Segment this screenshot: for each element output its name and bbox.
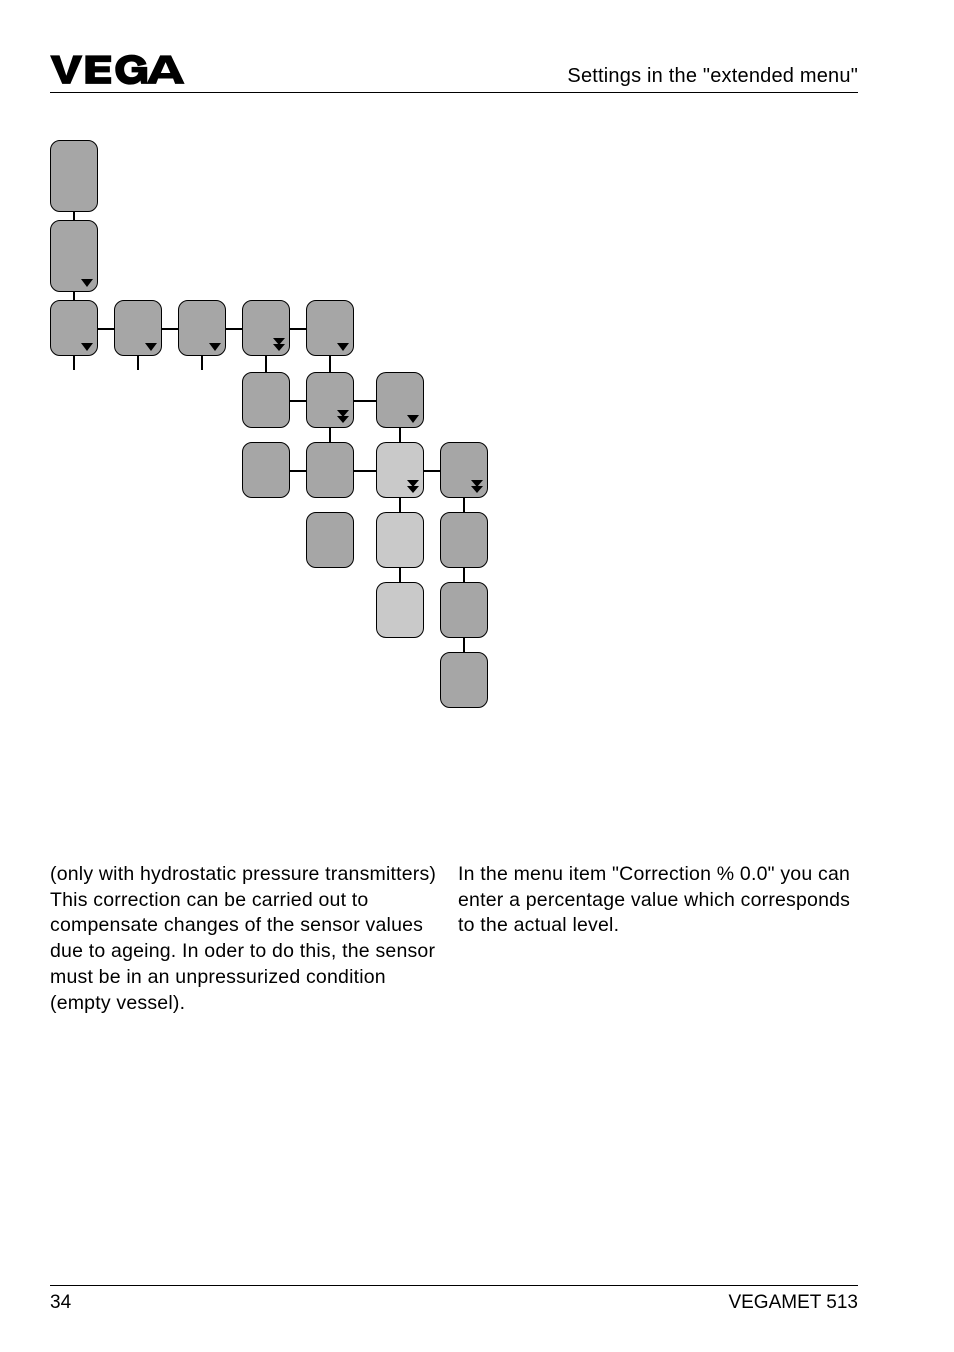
menu-node	[376, 582, 424, 638]
arrow-down-double-icon	[471, 480, 483, 494]
menu-node	[50, 140, 98, 212]
menu-flow-diagram	[50, 140, 520, 760]
menu-node	[440, 512, 488, 568]
arrow-down-double-icon	[337, 410, 349, 424]
vega-logo	[50, 54, 186, 88]
connector-horizontal	[226, 328, 242, 330]
connector-horizontal	[290, 328, 306, 330]
connector-horizontal	[424, 470, 440, 472]
connector-vertical	[399, 568, 401, 582]
arrow-down-icon	[337, 343, 349, 351]
menu-node	[242, 372, 290, 428]
page-header: Settings in the "extended menu"	[50, 54, 858, 93]
connector-vertical	[463, 568, 465, 582]
menu-node	[440, 652, 488, 708]
menu-node	[376, 512, 424, 568]
menu-node	[440, 582, 488, 638]
connector-horizontal	[162, 328, 178, 330]
arrow-down-double-icon	[273, 338, 285, 352]
connector-vertical	[399, 498, 401, 512]
page-footer: 34 VEGAMET 513	[50, 1285, 858, 1314]
arrow-down-icon	[81, 343, 93, 351]
connector-horizontal	[290, 400, 306, 402]
connector-vertical	[265, 356, 267, 372]
menu-node	[306, 512, 354, 568]
connector-vertical	[329, 428, 331, 442]
connector-horizontal	[290, 470, 306, 472]
connector-horizontal	[354, 470, 376, 472]
body-text-right: In the menu item "Correction % 0.0" you …	[458, 862, 858, 939]
connector-vertical	[399, 428, 401, 442]
connector-vertical	[329, 356, 331, 372]
body-text-left: (only with hydrostatic pressure transmit…	[50, 862, 450, 1016]
menu-node	[242, 442, 290, 498]
menu-node	[306, 442, 354, 498]
connector-vertical	[73, 212, 75, 220]
connector-vertical	[201, 356, 203, 370]
connector-horizontal	[98, 328, 114, 330]
arrow-down-icon	[145, 343, 157, 351]
connector-vertical	[137, 356, 139, 370]
arrow-down-double-icon	[407, 480, 419, 494]
connector-vertical	[73, 292, 75, 300]
product-name: VEGAMET 513	[728, 1292, 858, 1314]
breadcrumb: Settings in the "extended menu"	[567, 65, 858, 88]
arrow-down-icon	[81, 279, 93, 287]
connector-horizontal	[354, 400, 376, 402]
arrow-down-icon	[407, 415, 419, 423]
connector-vertical	[73, 356, 75, 370]
connector-vertical	[463, 638, 465, 652]
page-number: 34	[50, 1292, 71, 1314]
connector-vertical	[463, 498, 465, 512]
arrow-down-icon	[209, 343, 221, 351]
